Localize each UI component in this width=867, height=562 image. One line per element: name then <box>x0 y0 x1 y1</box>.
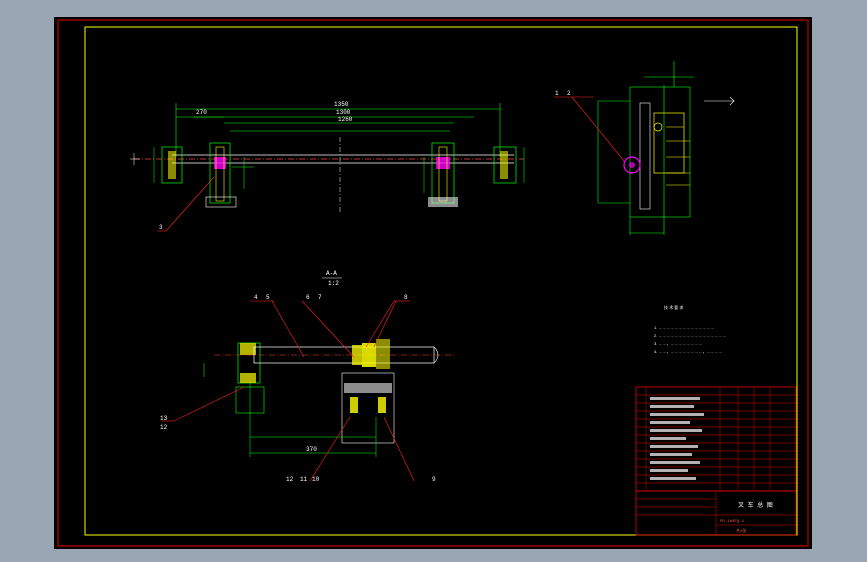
technical-notes: 技 术 要 求 1. …………………………………… 2. ……………………………… <box>654 304 726 354</box>
callout-3: 3 <box>159 224 163 231</box>
callout-4: 4 <box>254 294 258 301</box>
dim-span-3: 1260 <box>338 116 353 123</box>
callout-8: 8 <box>404 294 408 301</box>
dim-left-short: 270 <box>196 109 207 116</box>
callout-12: 12 <box>160 424 168 431</box>
dim-span-2: 1300 <box>336 109 351 116</box>
drawing-name: 叉 车 总 图 <box>738 501 773 509</box>
note-1: 1. …………………………………… <box>654 325 714 330</box>
callout-9: 9 <box>432 476 436 483</box>
leader-3 <box>165 176 215 232</box>
left-end-bearing <box>130 146 183 184</box>
title-block: 叉 车 总 图 PD-1#SFQ-1 共1张 <box>635 490 797 536</box>
callout-11: 11 <box>300 476 308 483</box>
callout-12b: 12 <box>286 476 294 483</box>
section-view: A-A 1:2 370 4 5 6 7 8 13 12 12 11 10 9 <box>160 270 454 483</box>
right-support <box>423 142 458 207</box>
callout-2: 2 <box>567 90 571 97</box>
dim-bottom-span: 370 <box>306 446 317 453</box>
dim-overall: 1350 <box>334 101 349 108</box>
left-support <box>205 142 254 208</box>
side-view: 1 2 <box>554 61 735 235</box>
sheet-note: 共1张 <box>736 527 746 534</box>
callout-13: 13 <box>160 415 168 422</box>
section-label: A-A <box>326 270 337 277</box>
right-end-bearing <box>493 146 525 184</box>
top-view: 1350 1300 1260 270 3 <box>130 101 525 232</box>
main-shaft <box>134 154 524 164</box>
note-2: 2. …………………………………………… <box>654 333 726 338</box>
drawing-number: PD-1#SFQ-1 <box>720 520 745 524</box>
cad-drawing: 1350 1300 1260 270 3 1 2 A-A 1:2 370 4 5… <box>57 19 809 547</box>
callout-1: 1 <box>555 90 559 97</box>
parts-list <box>635 386 797 492</box>
callout-6: 6 <box>306 294 310 301</box>
callout-5: 5 <box>266 294 270 301</box>
callout-7: 7 <box>318 294 322 301</box>
note-4: 4. ……，……………………，………… <box>654 349 722 354</box>
callout-10: 10 <box>312 476 320 483</box>
section-scale: 1:2 <box>328 280 339 287</box>
notes-title: 技 术 要 求 <box>664 304 683 310</box>
note-3: 3. ……，…………………… <box>654 341 702 346</box>
cad-viewport[interactable]: 1350 1300 1260 270 3 1 2 A-A 1:2 370 4 5… <box>54 17 812 549</box>
